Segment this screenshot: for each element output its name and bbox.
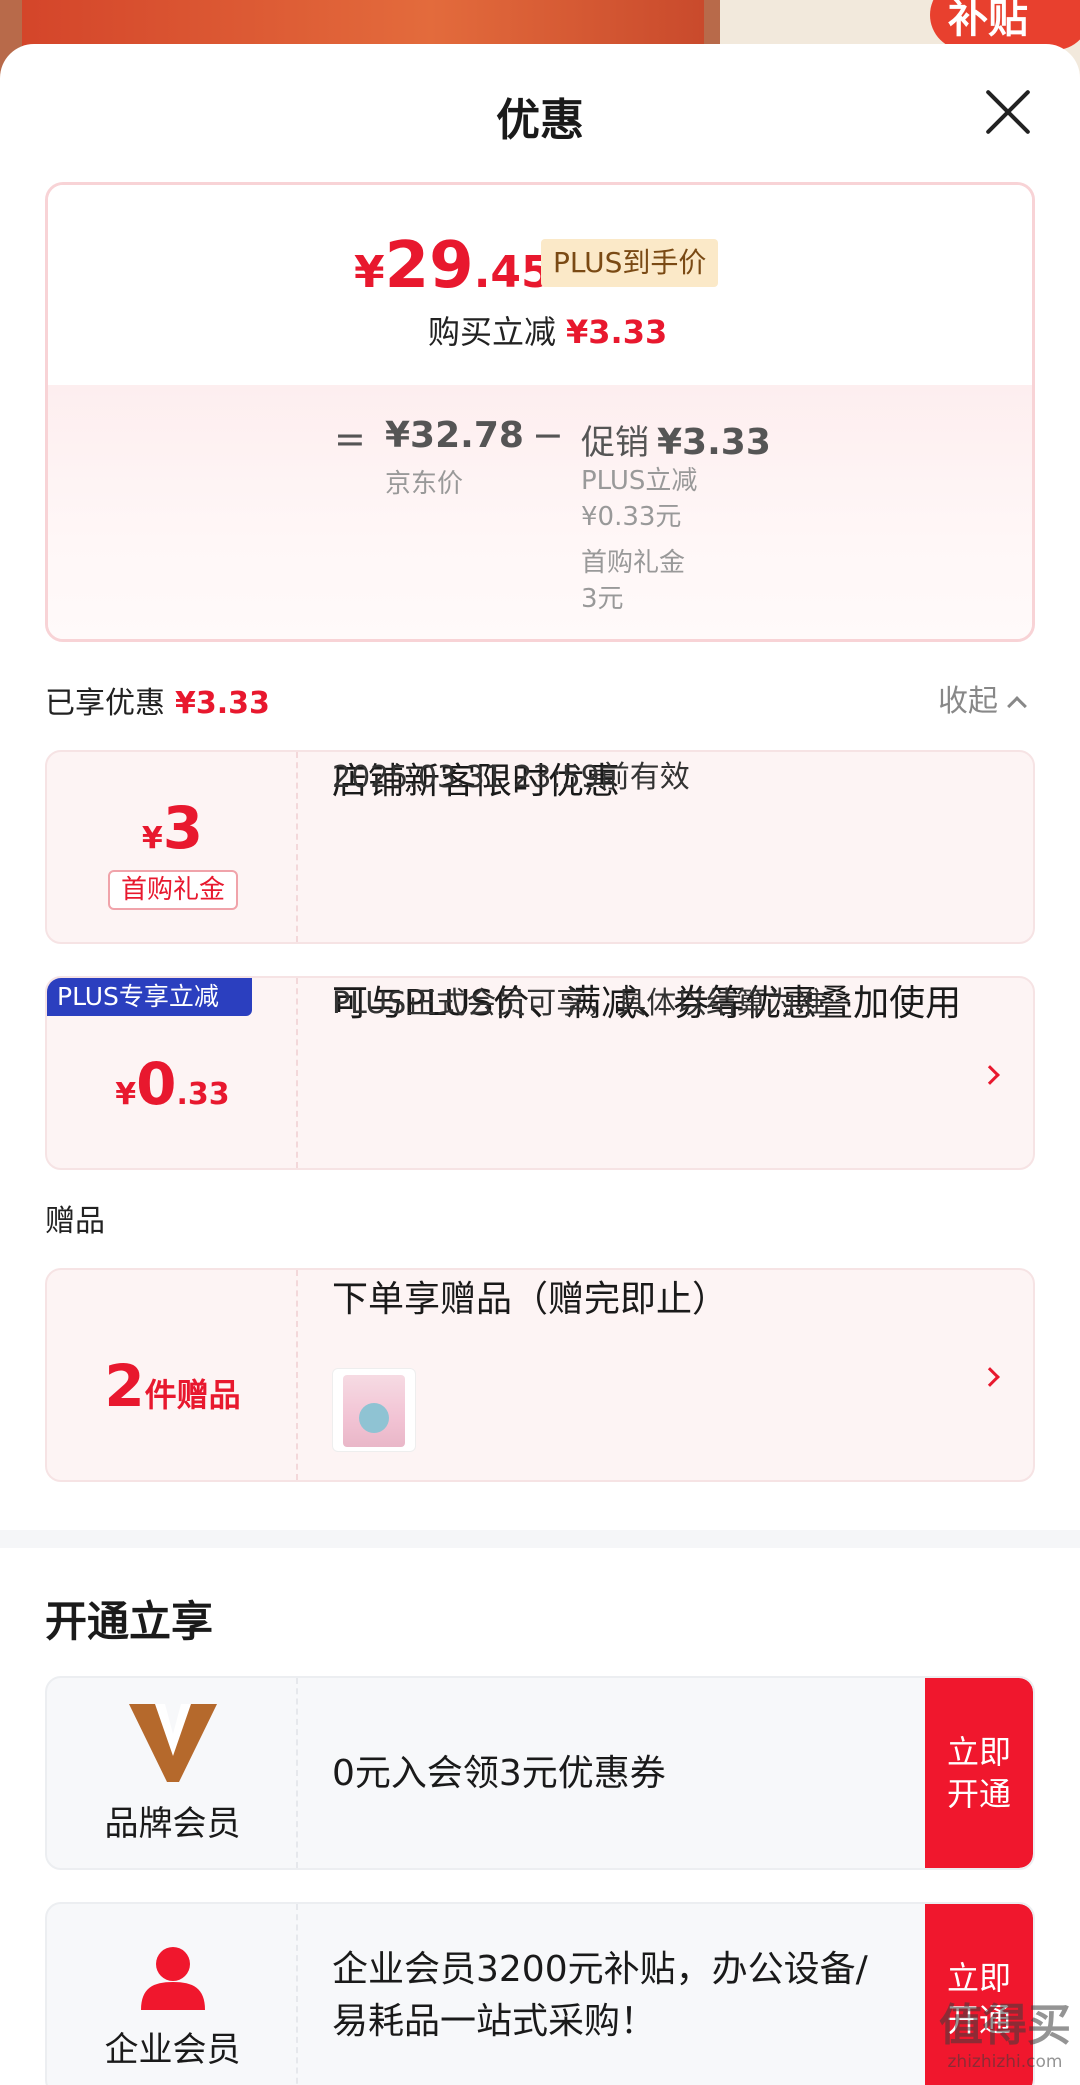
close-icon[interactable] <box>982 86 1034 138</box>
enjoyed-label: 已享优惠 <box>45 686 165 721</box>
promo-item-label: 首购礼金 <box>581 548 686 578</box>
price-summary-card: ¥29.45 PLUS到手价 购买立减 ¥3.33 = ¥32.78 京东价 − … <box>45 182 1035 642</box>
coupon-validity: 2025.03.31 23:59前有效 <box>332 760 690 795</box>
promo-total: 促销 ¥3.33 <box>581 415 771 464</box>
jd-price-value: ¥32.78 <box>385 415 524 456</box>
promo-item-value: ¥0.33元 <box>581 502 682 532</box>
instant-reduce-amount: ¥3.33 <box>566 313 668 351</box>
jd-price-label: 京东价 <box>385 469 464 499</box>
minus-sign: − <box>532 413 564 457</box>
open-benefits-title: 开通立享 <box>45 1597 214 1646</box>
member-label: 企业会员 <box>104 2030 241 2070</box>
final-price: ¥29.45 <box>354 229 552 303</box>
coupon-amount: ¥3 <box>141 794 204 862</box>
user-icon <box>141 1947 205 2010</box>
gift-card[interactable]: 2件赠品 下单享赠品（赠完即止） <box>45 1268 1035 1482</box>
gift-count: 2件赠品 <box>104 1352 241 1420</box>
member-benefit: 企业会员3200元补贴，办公设备/易耗品一站式采购！ <box>332 1949 868 2042</box>
chevron-up-icon <box>1007 696 1027 716</box>
brand-v-logo-icon <box>129 1704 217 1782</box>
plus-price-tag: PLUS到手价 <box>541 239 719 287</box>
gift-section-label: 赠品 <box>45 1204 105 1239</box>
promo-amount: ¥3.33 <box>657 422 771 463</box>
gift-title: 下单享赠品（赠完即止） <box>332 1279 729 1320</box>
coupon-type-tag: 首购礼金 <box>108 870 238 910</box>
collapse-label: 收起 <box>938 684 998 719</box>
enterprise-member-card: 企业会员 企业会员3200元补贴，办公设备/易耗品一站式采购！ 立即开通 <box>45 1902 1035 2085</box>
promo-item-value: 3元 <box>581 584 624 614</box>
section-divider <box>0 1530 1080 1548</box>
subsidy-badge: 补贴 <box>930 0 1080 50</box>
coupon-description: PLUS正式会员可享，具体以结算为准 <box>332 986 827 1021</box>
chevron-right-icon <box>980 1065 1000 1085</box>
collapse-button[interactable]: 收起 <box>938 676 1027 720</box>
member-benefit: 0元入会领3元优惠券 <box>332 1753 666 1794</box>
plus-discount-coupon[interactable]: PLUS专享立减 ¥0.33 可与PLUS价、满减、券等优惠叠加使用 PLUS正… <box>45 976 1035 1170</box>
member-label: 品牌会员 <box>104 1804 241 1844</box>
sheet-title: 优惠 <box>496 95 584 146</box>
plus-exclusive-badge: PLUS专享立减 <box>47 978 252 1016</box>
gift-image-detail <box>359 1403 389 1433</box>
gift-thumbnail[interactable] <box>332 1368 416 1452</box>
coupon-amount: ¥0.33 <box>115 1050 230 1118</box>
promo-item-label: PLUS立减 <box>581 466 698 496</box>
first-purchase-coupon[interactable]: ¥3 首购礼金 店铺新客限时优惠 2025.03.31 23:59前有效 <box>45 750 1035 944</box>
brand-member-card: 品牌会员 0元入会领3元优惠券 立即开通 <box>45 1676 1035 1870</box>
promo-label: 促销 <box>581 423 649 463</box>
open-brand-member-button[interactable]: 立即开通 <box>925 1678 1033 1868</box>
instant-reduce-line: 购买立减 ¥3.33 <box>428 307 667 353</box>
instant-reduce-label: 购买立减 <box>428 313 557 351</box>
chevron-right-icon <box>980 1367 1000 1387</box>
enjoyed-amount: ¥3.33 <box>175 686 270 721</box>
equals-sign: = <box>334 417 366 461</box>
enjoyed-discount: 已享优惠 ¥3.33 <box>45 678 270 722</box>
site-watermark: 值得买 zhizhizhi.com <box>939 2000 1071 2072</box>
